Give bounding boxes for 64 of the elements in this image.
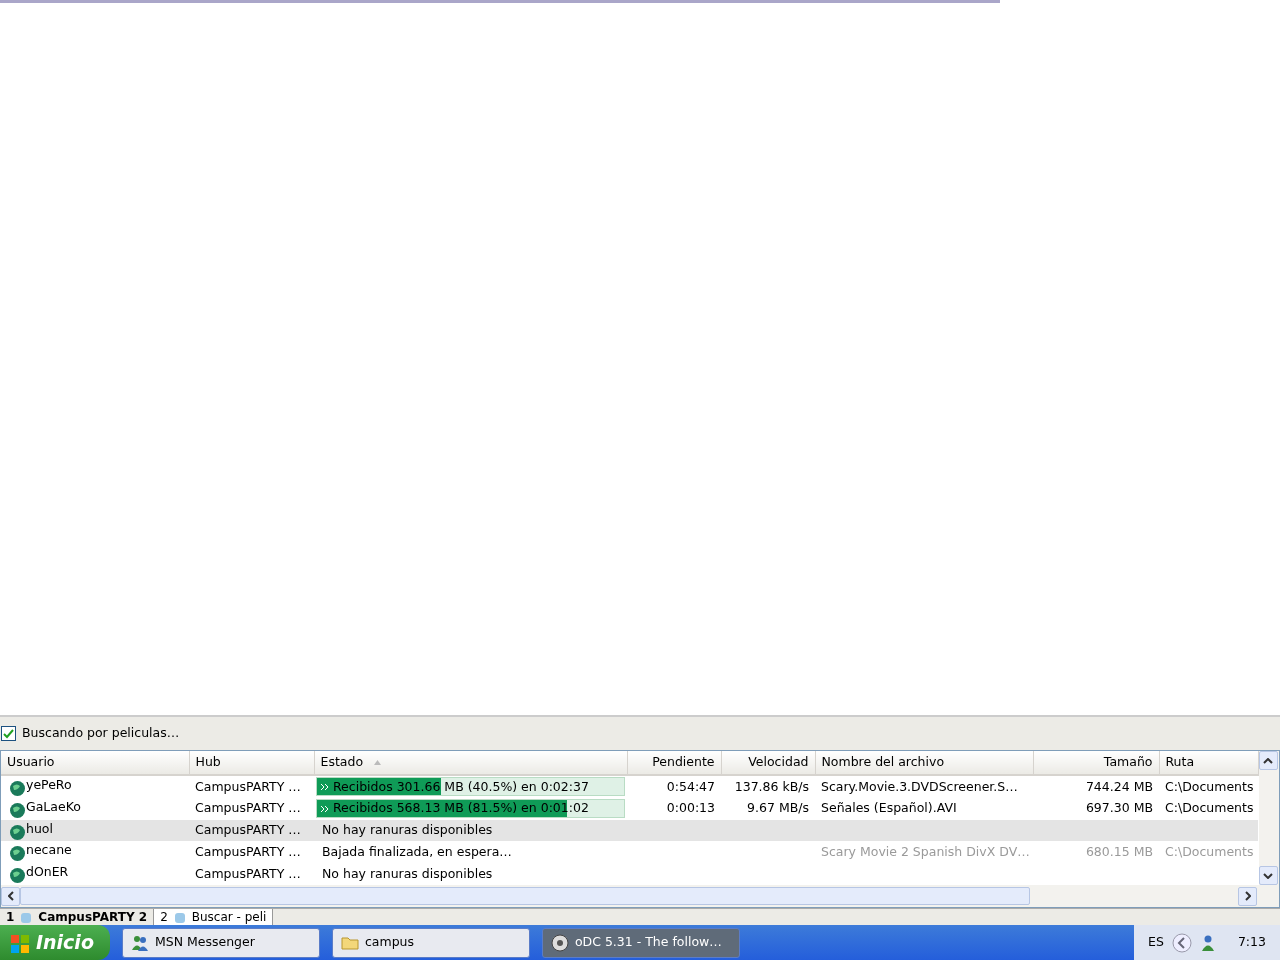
- user-name: yePeRo: [26, 777, 72, 792]
- speed-value: 137.86 kB/s: [734, 778, 809, 794]
- tab-number: 1: [6, 909, 15, 925]
- disc-icon: [550, 933, 569, 952]
- folder-icon: [340, 935, 359, 950]
- taskbar-button[interactable]: oDC 5.31 - The follow…: [541, 927, 740, 958]
- user-globe-icon: [9, 801, 26, 817]
- file-name: Scary.Movie.3.DVDScreener.S…: [821, 778, 1018, 794]
- file-name: Señales (Español).AVI: [821, 800, 957, 816]
- speed-value: 9.67 MB/s: [747, 800, 809, 816]
- user-globe-icon: [9, 780, 26, 795]
- scrollbar-thumb[interactable]: [20, 887, 1030, 905]
- progress-text: Recibidos 301.66 MB (40.5%) en 0:02:37: [332, 777, 589, 796]
- column-header[interactable]: Nombre del archivo: [815, 751, 1033, 775]
- pending-time: 0:00:13: [666, 800, 715, 816]
- messenger-icon: [130, 933, 149, 952]
- user-name: GaLaeKo: [26, 798, 81, 814]
- user-name: necane: [26, 842, 72, 858]
- scroll-right-button[interactable]: [1238, 886, 1257, 906]
- user-globe-icon: [9, 845, 26, 861]
- tab-label: CampusPARTY 2: [38, 909, 148, 925]
- hub-name: CampusPARTY …: [195, 822, 301, 838]
- user-globe-icon: [9, 823, 26, 839]
- column-header[interactable]: Ruta: [1159, 751, 1258, 775]
- clock: 7:13: [1237, 933, 1266, 952]
- table-row[interactable]: yePeRo CampusPARTY … Recibidos 301.66 MB (40.5%) en 0:02:37 0:54:47 137.86 kB/s Scary.Movie.3.DVDScreener.S… 744.24 MB C:\Documents: [1, 775, 1258, 798]
- status-text: Bajada finalizada, en espera…: [322, 843, 512, 859]
- scroll-down-button[interactable]: [1258, 866, 1278, 885]
- hub-name: CampusPARTY …: [195, 843, 301, 859]
- file-path: C:\Documents: [1165, 843, 1254, 859]
- column-header[interactable]: Tamaño: [1033, 751, 1159, 775]
- language-indicator[interactable]: ES: [1148, 933, 1164, 952]
- window-tab[interactable]: 2 Buscar - peli: [154, 909, 274, 925]
- column-header[interactable]: Usuario: [1, 751, 189, 775]
- file-size: 744.24 MB: [1085, 778, 1153, 794]
- file-name: Scary Movie 2 Spanish DivX DV…: [821, 843, 1030, 859]
- hub-name: CampusPARTY …: [195, 865, 301, 881]
- table-row[interactable]: necane CampusPARTY … Bajada finalizada, en espera… Scary Movie 2 Spanish DivX DV… 680.15 MB C:\Documents: [1, 841, 1258, 864]
- taskbar-button[interactable]: MSN Messenger: [121, 927, 320, 958]
- pending-time: 0:54:47: [666, 778, 715, 794]
- chevron-icon[interactable]: [1171, 932, 1192, 953]
- status-text: Buscando por peliculas…: [22, 724, 180, 743]
- taskbar-button[interactable]: campus: [331, 927, 530, 958]
- file-path: C:\Documents: [1165, 800, 1254, 816]
- user-globe-icon: [9, 867, 26, 883]
- tab-number: 2: [160, 909, 168, 925]
- table-row[interactable]: dOnER CampusPARTY … No hay ranuras disponibles: [1, 863, 1258, 885]
- tab-label: Buscar - peli: [191, 909, 267, 925]
- file-size: 697.30 MB: [1085, 800, 1153, 816]
- column-header[interactable]: Velocidad: [721, 751, 815, 775]
- user-name: huol: [26, 820, 53, 836]
- status-text: No hay ranuras disponibles: [322, 822, 493, 838]
- checkbox[interactable]: [1, 726, 16, 741]
- scroll-left-button[interactable]: [1, 886, 20, 906]
- table-row[interactable]: huol CampusPARTY … No hay ranuras disponibles: [1, 819, 1258, 842]
- column-header[interactable]: Hub: [189, 751, 314, 775]
- column-header[interactable]: Estado: [314, 751, 627, 775]
- status-text: No hay ranuras disponibles: [322, 865, 493, 881]
- user-name: dOnER: [26, 864, 69, 880]
- hub-name: CampusPARTY …: [195, 800, 301, 816]
- column-header[interactable]: Pendiente: [627, 751, 721, 775]
- hub-name: CampusPARTY …: [195, 778, 301, 794]
- file-size: 680.15 MB: [1085, 843, 1153, 859]
- file-path: C:\Documents: [1165, 778, 1254, 794]
